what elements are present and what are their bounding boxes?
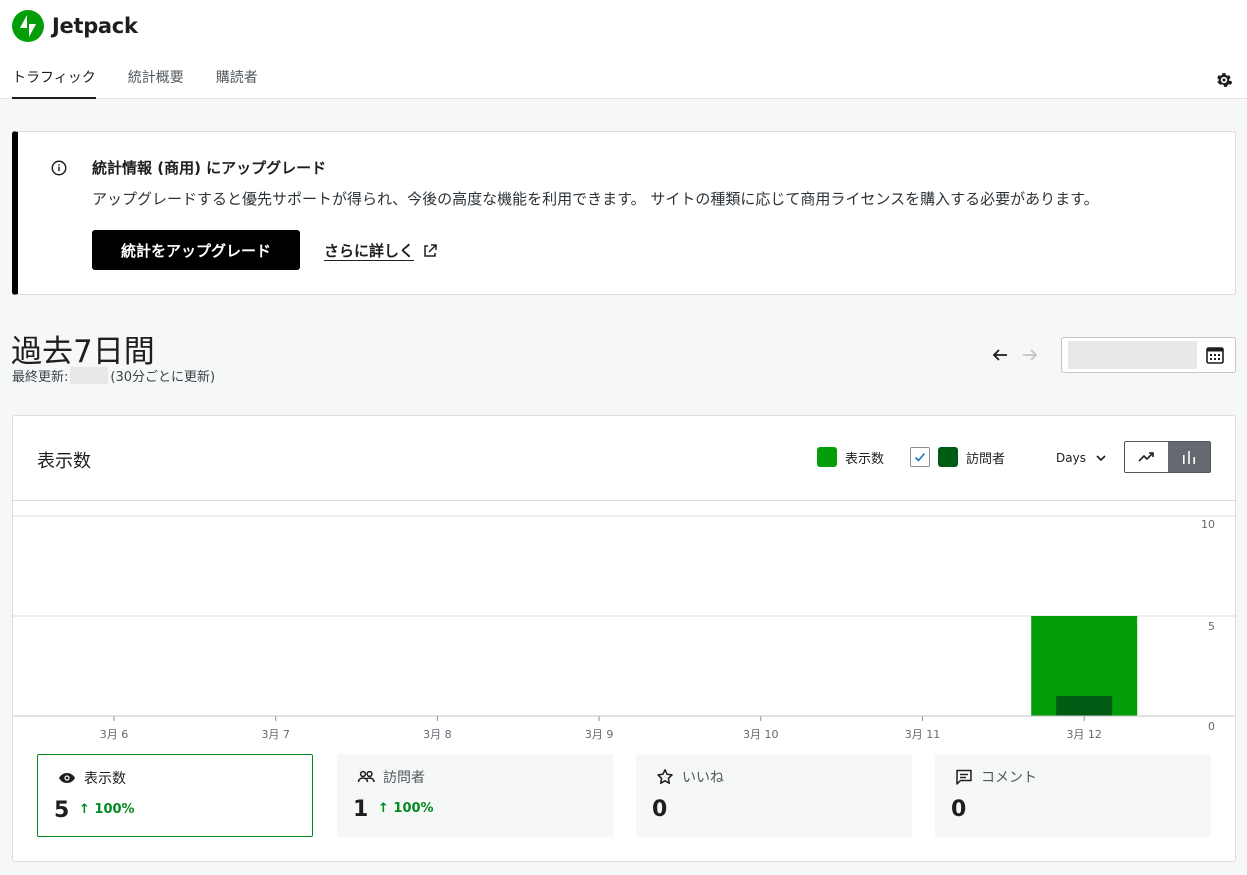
bar-chart-icon [1183, 451, 1195, 464]
calendar-icon [1206, 347, 1224, 364]
notice-body: アップグレードすると優先サポートが得られ、今後の高度な機能を利用できます。 サイ… [92, 190, 1099, 208]
stat-visitors-value: 1 [353, 797, 369, 822]
y-tick-label: 10 [1201, 518, 1215, 531]
legend-visitors-swatch [938, 447, 958, 467]
bar-chart: 0 5 10 3月 6 3月 7 3月 8 3月 9 3月 10 3月 11 3月 12 [13, 515, 1235, 741]
tab-insights[interactable]: 統計概要 [128, 68, 184, 99]
bar-chart-button[interactable] [1168, 442, 1210, 472]
stat-views-value: 5 [54, 798, 70, 823]
stat-views-label: 表示数 [84, 771, 126, 787]
legend-visitors: 訪問者 [910, 447, 1005, 467]
legend-visitors-label: 訪問者 [966, 451, 1006, 467]
legend-views-label: 表示数 [845, 451, 885, 467]
people-icon [357, 770, 375, 783]
visitors-checkbox[interactable] [910, 447, 930, 467]
bar-visitors [1056, 696, 1113, 716]
traffic-chart-card: 表示数 表示数 訪問者 Days 0 5 10 3月 6 3月 7 3月 8 3… [12, 415, 1236, 862]
stat-views-delta: ↑ 100% [79, 802, 135, 817]
info-icon [51, 160, 67, 176]
star-icon [657, 769, 673, 784]
interval-select[interactable]: Days [1056, 451, 1108, 465]
y-tick-label: 0 [1208, 720, 1215, 733]
stat-tile-likes[interactable]: いいね 0 [636, 754, 912, 837]
upgrade-notice: 統計情報 (商用) にアップグレード アップグレードすると優先サポートが得られ、… [12, 131, 1236, 295]
brand-name: Jetpack [52, 14, 138, 38]
settings-gear-icon[interactable] [1214, 70, 1234, 90]
y-tick-label: 5 [1208, 620, 1215, 633]
notice-title: 統計情報 (商用) にアップグレード [92, 159, 327, 177]
x-tick-label: 3月 9 [585, 728, 614, 741]
arrow-left-icon[interactable] [989, 344, 1011, 366]
external-link-icon [424, 243, 437, 257]
jetpack-logo-icon [12, 10, 44, 42]
stat-likes-value: 0 [652, 797, 668, 822]
upgrade-stats-button[interactable]: 統計をアップグレード [92, 230, 300, 270]
stat-visitors-label: 訪問者 [383, 770, 425, 786]
comment-icon [956, 769, 972, 785]
stat-tile-visitors[interactable]: 訪問者 1 ↑ 100% [337, 754, 613, 837]
x-tick-label: 3月 10 [743, 728, 779, 741]
date-range-value-redacted [1068, 341, 1197, 369]
brand[interactable]: Jetpack [12, 10, 138, 42]
stat-comments-value: 0 [951, 797, 967, 822]
arrow-right-icon[interactable] [1019, 344, 1041, 366]
trending-up-icon [1137, 452, 1154, 462]
checkmark-icon [914, 452, 926, 462]
line-chart-button[interactable] [1125, 442, 1168, 472]
x-tick-label: 3月 11 [905, 728, 941, 741]
x-tick-label: 3月 7 [261, 728, 290, 741]
stat-tile-views[interactable]: 表示数 5 ↑ 100% [37, 754, 313, 837]
x-tick-label: 3月 6 [100, 728, 129, 741]
tab-bar: トラフィック 統計概要 購読者 [12, 68, 290, 99]
learn-more-link[interactable]: さらに詳しく [324, 240, 438, 261]
chart-card-header: 表示数 表示数 訪問者 Days [13, 416, 1235, 501]
interval-select-label: Days [1056, 451, 1086, 465]
x-tick-label: 3月 8 [423, 728, 452, 741]
learn-more-label: さらに詳しく [324, 242, 415, 260]
stat-visitors-delta: ↑ 100% [378, 801, 434, 816]
last-updated-suffix: (30分ごとに更新) [110, 370, 216, 385]
chart-title: 表示数 [37, 451, 91, 472]
tab-subscribers[interactable]: 購読者 [216, 68, 258, 99]
last-updated: 最終更新: (30分ごとに更新) [12, 366, 215, 385]
stat-likes-label: いいね [682, 770, 724, 786]
date-range-picker[interactable] [1061, 337, 1236, 373]
eye-icon [59, 773, 75, 783]
legend-views-swatch [817, 447, 837, 467]
period-title: 過去7日間 [11, 334, 155, 370]
top-bar: Jetpack トラフィック 統計概要 購読者 [0, 0, 1247, 99]
stat-tile-comments[interactable]: コメント 0 [935, 754, 1211, 837]
last-updated-time-redacted [70, 367, 109, 384]
stat-comments-label: コメント [981, 770, 1037, 786]
last-updated-prefix: 最終更新: [12, 370, 69, 385]
x-tick-label: 3月 12 [1066, 728, 1102, 741]
tab-traffic[interactable]: トラフィック [12, 68, 96, 99]
chart-type-toggle [1124, 441, 1211, 473]
chevron-down-icon [1096, 455, 1106, 462]
legend-views: 表示数 [817, 447, 884, 467]
